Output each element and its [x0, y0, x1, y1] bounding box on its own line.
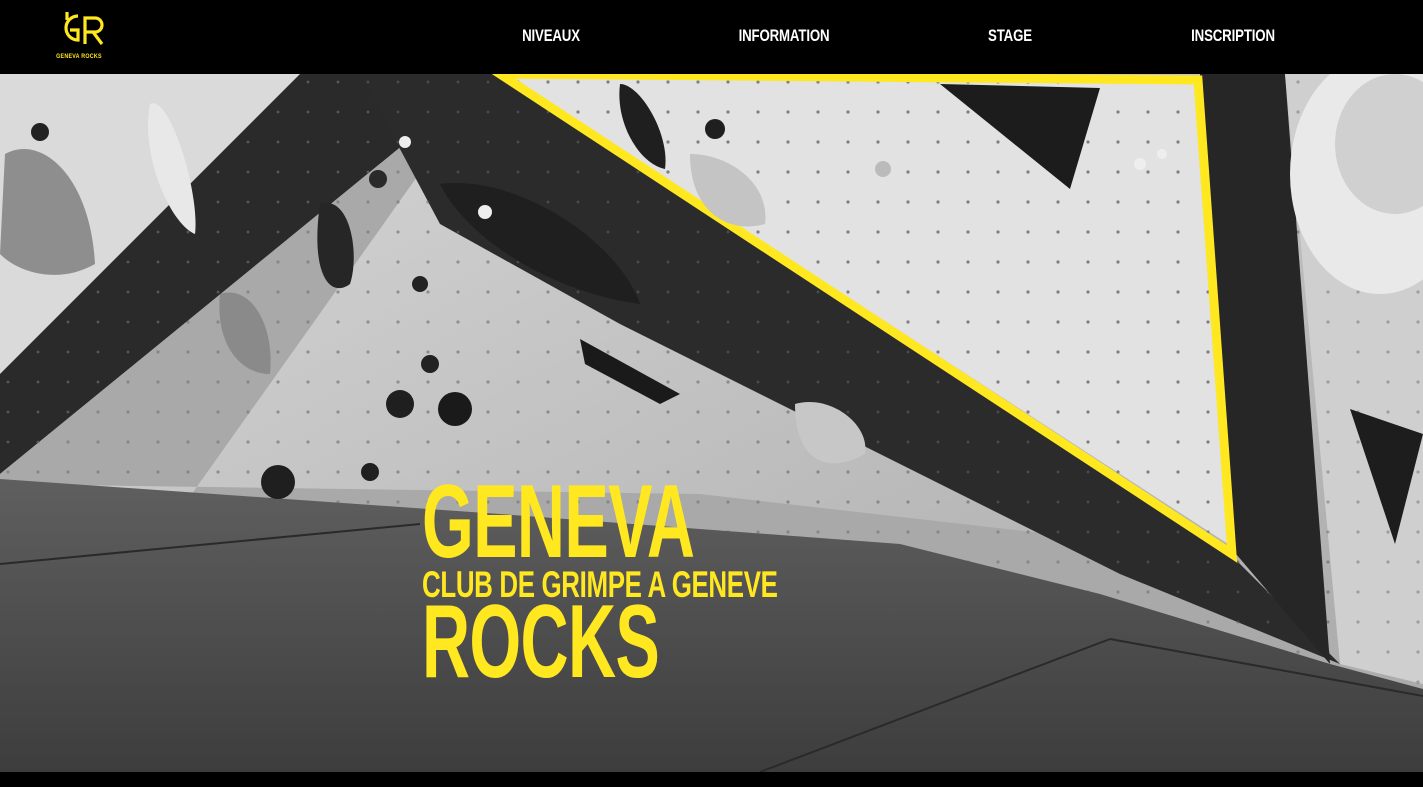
- nav-item-niveaux[interactable]: NIVEAUX: [516, 24, 586, 48]
- nav-item-stage[interactable]: STAGE: [983, 24, 1038, 48]
- nav-item-inscription[interactable]: INSCRIPTION: [1189, 24, 1278, 48]
- hero-title-rocks: ROCKS: [422, 584, 660, 700]
- nav-item-information[interactable]: INFORMATION: [737, 24, 831, 48]
- gr-monogram-icon: [64, 12, 104, 45]
- top-navigation-bar: GENEVA ROCKS NIVEAUX INFORMATION STAGE I…: [0, 0, 1423, 74]
- bottom-strip: [0, 772, 1423, 787]
- hero-title-geneva: GENEVA: [422, 464, 695, 580]
- logo-text: GENEVA ROCKS: [56, 53, 102, 60]
- climbing-wall-photo: [0, 74, 1423, 772]
- geneva-rocks-logo[interactable]: GENEVA ROCKS: [56, 10, 112, 64]
- hero-section: GENEVA CLUB DE GRIMPE A GENEVE ROCKS: [0, 74, 1423, 772]
